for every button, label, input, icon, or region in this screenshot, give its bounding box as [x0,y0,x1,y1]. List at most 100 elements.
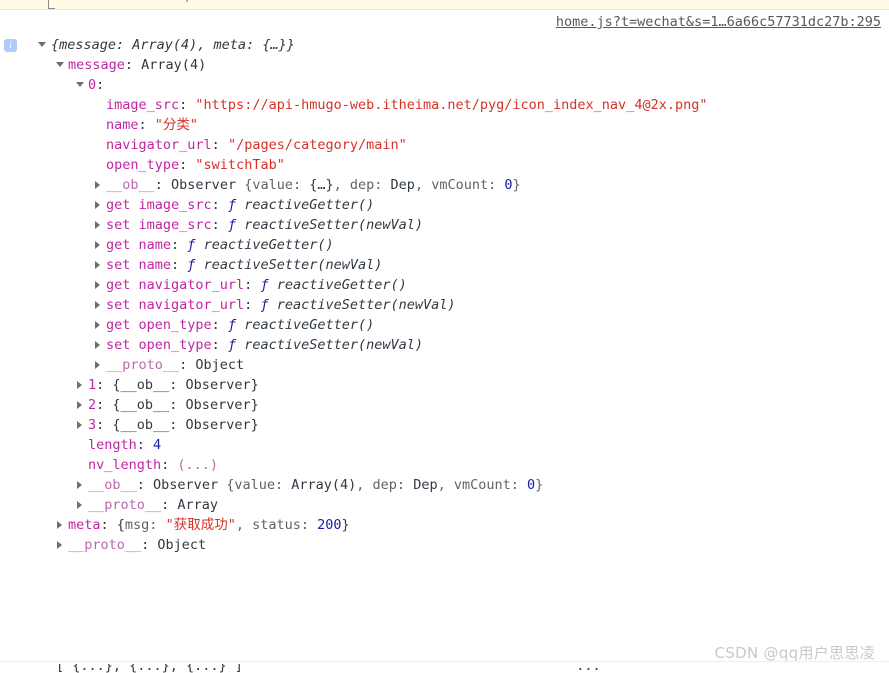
disclosure-triangle-collapsed[interactable] [94,255,104,275]
property-separator: : [124,57,142,73]
string-value: "switchTab" [195,157,285,173]
object-property-row[interactable]: image_src: "https://api-hmugo-web.itheim… [0,95,889,115]
meta-key-msg: msg: [124,517,166,533]
property-separator: : [211,317,228,333]
property-value: Observer {value: {…}, dep: Dep, vmCount:… [171,177,521,193]
disclosure-triangle-collapsed[interactable] [76,475,86,495]
object-property-row[interactable]: length: 4 [0,435,889,455]
object-property-row[interactable]: nv_length: (...) [0,455,889,475]
preview-key-value: value: [252,177,310,193]
disclosure-triangle-root[interactable] [38,35,48,55]
property-name: __proto__ [68,537,142,553]
object-property-row[interactable]: open_type: "switchTab" [0,155,889,175]
object-property-row[interactable]: message: Array(4) [0,55,889,75]
property-separator: : [179,357,196,373]
property-row-body: set name: ƒ reactiveSetter(newVal) [106,255,382,275]
preview-val-value: Array(4) [291,477,357,493]
object-property-row[interactable]: 2: {__ob__: Observer} [0,395,889,415]
string-value: "https://api-hmugo-web.itheima.net/pyg/i… [195,97,708,113]
info-badge-icon[interactable]: i [4,39,17,52]
property-row-body: __ob__: Observer {value: Array(4), dep: … [88,475,543,495]
object-property-row[interactable]: set image_src: ƒ reactiveSetter(newVal) [0,215,889,235]
property-row-body: get image_src: ƒ reactiveGetter() [106,195,374,215]
property-separator: : [211,137,228,153]
property-separator: : [136,477,154,493]
object-property-row[interactable]: __ob__: Observer {value: {…}, dep: Dep, … [0,175,889,195]
object-property-row[interactable]: 1: {__ob__: Observer} [0,375,889,395]
property-row-body: get navigator_url: ƒ reactiveGetter() [106,275,407,295]
property-name: __ob__ [106,177,155,193]
preview-sep: , [356,477,373,493]
property-name: set navigator_url [106,297,245,313]
disclosure-triangle-collapsed[interactable] [94,175,104,195]
object-property-row[interactable]: get name: ƒ reactiveGetter() [0,235,889,255]
disclosure-triangle-collapsed[interactable] [94,215,104,235]
property-value: ƒ reactiveGetter() [187,237,333,253]
function-glyph-icon: ƒ [260,297,277,313]
object-property-row[interactable]: 0: [0,75,889,95]
disclosure-triangle-collapsed[interactable] [94,315,104,335]
property-name: length [88,437,137,453]
disclosure-triangle-collapsed[interactable] [56,515,66,535]
property-row-body: 0: [88,75,104,95]
property-name: set name [106,257,172,273]
property-separator: : [244,297,261,313]
object-root-preview: {message: Array(4), meta: {…}} [51,37,295,53]
disclosure-triangle-collapsed[interactable] [94,355,104,375]
property-separator: : [211,197,228,213]
object-property-row[interactable]: name: "分类" [0,115,889,135]
function-glyph-icon: ƒ [227,217,245,233]
property-name: image_src [106,97,180,113]
disclosure-triangle-collapsed[interactable] [94,295,104,315]
object-root-row[interactable]: {message: Array(4), meta: {…}} i [0,35,889,55]
object-property-row[interactable]: __proto__: Object [0,355,889,375]
object-property-row[interactable]: __proto__: Array [0,495,889,515]
plain-value: Object [157,537,207,553]
function-signature: reactiveGetter() [276,277,407,293]
disclosure-triangle-collapsed[interactable] [76,415,86,435]
property-name: 0 [88,77,97,93]
object-property-row[interactable]: set open_type: ƒ reactiveSetter(newVal) [0,335,889,355]
object-property-row[interactable]: meta: {msg: "获取成功", status: 200} [0,515,889,535]
disclosure-triangle-expanded[interactable] [76,75,86,95]
property-name: 2 [88,397,97,413]
property-name: set image_src [106,217,212,233]
disclosure-triangle-collapsed[interactable] [94,335,104,355]
brace-close: } [535,477,544,493]
object-property-row[interactable]: get navigator_url: ƒ reactiveGetter() [0,275,889,295]
meta-val-status: 200 [317,517,342,533]
object-property-row[interactable]: get open_type: ƒ reactiveGetter() [0,315,889,335]
object-property-row[interactable]: set name: ƒ reactiveSetter(newVal) [0,255,889,275]
object-property-row[interactable]: __proto__: Object [0,535,889,555]
property-row-body: get name: ƒ reactiveGetter() [106,235,334,255]
csdn-watermark: CSDN @qq用户思思凌 [714,644,875,662]
disclosure-triangle-collapsed[interactable] [56,535,66,555]
property-row-body: __proto__: Object [106,355,244,375]
disclosure-triangle-collapsed[interactable] [94,195,104,215]
property-name: 3 [88,417,97,433]
object-property-row[interactable]: navigator_url: "/pages/category/main" [0,135,889,155]
property-value: {__ob__: Observer} [112,397,258,413]
property-separator: : [96,377,113,393]
string-value: "/pages/category/main" [227,137,407,153]
function-glyph-icon: ƒ [187,237,204,253]
source-file-link[interactable]: home.js?t=wechat&s=1…6a66c57731dc27b:295 [556,14,881,30]
disclosure-triangle-collapsed[interactable] [94,275,104,295]
object-property-row[interactable]: __ob__: Observer {value: Array(4), dep: … [0,475,889,495]
disclosure-triangle-collapsed[interactable] [76,375,86,395]
object-property-row[interactable]: get image_src: ƒ reactiveGetter() [0,195,889,215]
object-property-row[interactable]: 3: {__ob__: Observer} [0,415,889,435]
property-separator: : [161,497,178,513]
disclosure-triangle-expanded[interactable] [56,55,66,75]
disclosure-triangle-collapsed[interactable] [76,495,86,515]
meta-val-msg: "获取成功" [165,517,236,533]
property-name: nv_length [88,457,162,473]
object-property-row[interactable]: set navigator_url: ƒ reactiveSetter(newV… [0,295,889,315]
property-name: meta [68,517,101,533]
plain-value: {__ob__: Observer} [112,397,259,413]
function-signature: reactiveGetter() [244,197,375,213]
disclosure-triangle-collapsed[interactable] [94,235,104,255]
property-value: ƒ reactiveGetter() [228,197,374,213]
object-property-rows: message: Array(4) 0: image_src: "https://a… [0,55,889,555]
disclosure-triangle-collapsed[interactable] [76,395,86,415]
